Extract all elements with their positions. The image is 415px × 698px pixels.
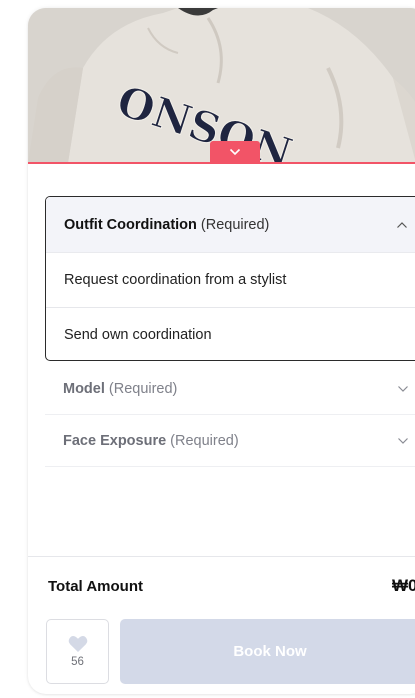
sweatshirt-image: ONSON [28,8,415,163]
booking-card: ONSON Outfit Coordination (Required) Req… [28,8,415,694]
model-title: Model [63,380,105,397]
face-exposure-accordion[interactable]: Face Exposure (Required) [45,415,415,467]
option-stylist[interactable]: Request coordination from a stylist [46,253,415,307]
option-own-coordination[interactable]: Send own coordination [46,307,415,360]
like-button[interactable]: 56 [46,619,109,684]
coordination-accordion: Outfit Coordination (Required) Request c… [45,196,415,361]
product-photo: ONSON [28,8,415,163]
coordination-title: Outfit Coordination [64,216,197,233]
total-amount-label: Total Amount [48,578,143,595]
chevron-down-icon [229,148,241,156]
chevron-up-icon [397,221,407,228]
heart-icon [68,636,87,652]
footer-divider [28,556,415,557]
like-count: 56 [71,656,84,668]
model-accordion[interactable]: Model (Required) [45,363,415,415]
chevron-down-icon [398,437,408,444]
model-required: (Required) [108,380,178,397]
chevron-down-icon [398,385,408,392]
expand-photo-button[interactable] [210,141,260,163]
face-exposure-required: (Required) [170,432,239,449]
coordination-required: (Required) [200,216,270,233]
face-exposure-title: Face Exposure [63,432,167,449]
total-amount-value: ₩0 [392,576,415,595]
book-now-button[interactable]: Book Now [120,619,415,684]
coordination-header[interactable]: Outfit Coordination (Required) [46,197,415,253]
